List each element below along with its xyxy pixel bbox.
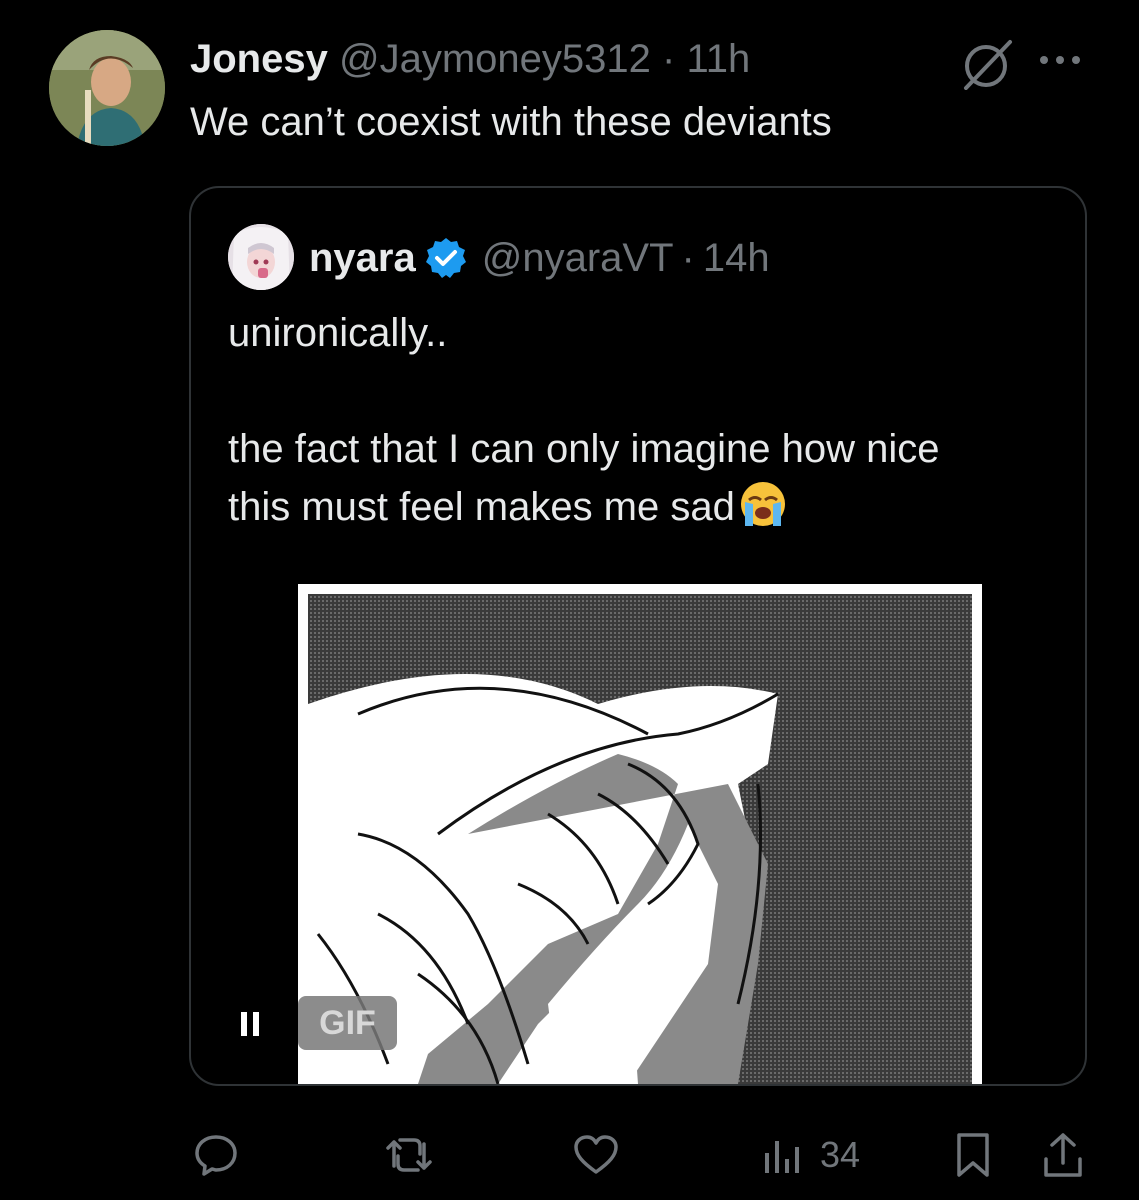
gif-media[interactable]: [298, 584, 982, 1084]
quoted-author-display-name[interactable]: nyara: [309, 234, 416, 282]
tweet-text: We can’t coexist with these deviants: [190, 100, 832, 144]
quoted-tweet-text: unironically.. the fact that I can only …: [228, 304, 1068, 536]
quoted-tweet-header: nyara @nyaraVT · 14h: [309, 234, 770, 282]
reply-button[interactable]: [193, 1125, 239, 1185]
gif-badge: GIF: [298, 996, 397, 1050]
tweet-header: Jonesy @Jaymoney5312 · 11h: [190, 36, 750, 82]
author-avatar[interactable]: [49, 30, 165, 146]
share-icon: [1044, 1133, 1082, 1177]
quoted-text-line: unironically..: [228, 311, 448, 355]
author-handle[interactable]: @Jaymoney5312: [339, 37, 651, 81]
quoted-tweet-timestamp[interactable]: 14h: [703, 234, 770, 282]
share-button[interactable]: [1040, 1125, 1086, 1185]
reply-icon: [195, 1135, 237, 1176]
bookmark-icon: [957, 1133, 989, 1177]
quoted-author-avatar[interactable]: [228, 224, 294, 290]
tweet-action-bar: 34: [0, 1125, 1139, 1185]
loudly-crying-face-icon: [737, 478, 789, 530]
repost-icon: [386, 1138, 432, 1172]
header-separator: ·: [662, 37, 676, 81]
verified-badge-icon: [424, 236, 468, 280]
bookmark-button[interactable]: [953, 1125, 993, 1185]
slashed-circle-icon[interactable]: [958, 38, 1018, 90]
quoted-text-line: the fact that I can only imagine how nic…: [228, 427, 940, 471]
like-button[interactable]: [572, 1125, 620, 1185]
repost-button[interactable]: [384, 1125, 434, 1185]
quoted-text-line: this must feel makes me sad: [228, 485, 735, 529]
quoted-tweet-card[interactable]: nyara @nyaraVT · 14h unironically.. the …: [189, 186, 1087, 1086]
quoted-text-line-with-emoji: this must feel makes me sad: [228, 478, 1068, 536]
quoted-header-separator: ·: [681, 236, 695, 280]
views-icon: [765, 1141, 799, 1173]
tweet-timestamp[interactable]: 11h: [686, 37, 750, 81]
views-button[interactable]: 34: [762, 1125, 860, 1185]
quoted-author-handle[interactable]: @nyaraVT: [482, 234, 674, 282]
views-count: 34: [820, 1134, 861, 1175]
gif-pause-button[interactable]: [231, 996, 271, 1052]
heart-icon: [574, 1135, 618, 1174]
author-display-name[interactable]: Jonesy: [190, 37, 328, 81]
ellipsis-icon[interactable]: [1036, 40, 1084, 80]
